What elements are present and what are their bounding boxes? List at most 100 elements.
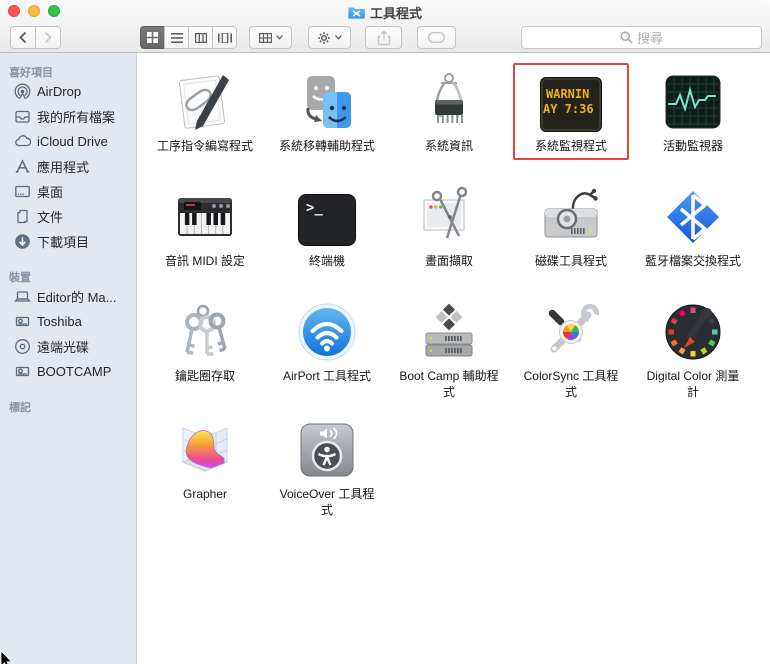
folder-contents: 工序指令編寫程式 系統移轉輔助程式 系統資訊 WARNIN AY 7:36 系統… xyxy=(138,53,770,664)
sidebar-item-downloads[interactable]: 下載項目 xyxy=(0,229,136,254)
app-tile-grapher[interactable]: Grapher xyxy=(147,411,263,508)
app-label: 系統移轉輔助程式 xyxy=(278,139,375,153)
sidebar-item-editors-mac[interactable]: Editor的 Ma... xyxy=(0,284,136,309)
sidebar-item-label: BOOTCAMP xyxy=(37,364,112,379)
sidebar-item-label: Editor的 Ma... xyxy=(37,290,117,305)
script-editor-icon xyxy=(173,70,237,134)
voiceover-utility-icon xyxy=(295,418,359,482)
app-label: ColorSync 工具程式 xyxy=(523,369,619,399)
app-tile-activity-monitor[interactable]: 活動監視器 xyxy=(635,63,751,160)
sidebar-item-applications[interactable]: 應用程式 xyxy=(0,154,136,179)
grapher-icon xyxy=(173,418,237,482)
utilities-folder-icon xyxy=(348,7,365,19)
keychain-access-icon xyxy=(173,300,237,364)
sidebar-item-documents[interactable]: 文件 xyxy=(0,204,136,229)
forward-button[interactable] xyxy=(35,26,61,49)
window-title: 工具程式 xyxy=(369,5,422,21)
laptop-icon xyxy=(13,288,31,306)
app-tile-bluetooth-file-exchange[interactable]: 藍牙檔案交換程式 xyxy=(635,178,751,275)
chevron-down-icon xyxy=(335,35,342,40)
chevron-down-icon xyxy=(275,35,283,40)
app-tile-script-editor[interactable]: 工序指令編寫程式 xyxy=(147,63,263,160)
tag-button[interactable] xyxy=(417,26,456,49)
boot-camp-assistant-icon xyxy=(417,300,481,364)
disk-utility-icon xyxy=(539,185,603,249)
sidebar-item-bootcamp[interactable]: BOOTCAMP xyxy=(0,359,136,384)
nav-buttons xyxy=(10,26,61,49)
bluetooth-file-exchange-icon xyxy=(661,185,725,249)
icon-view-icon xyxy=(147,32,158,43)
back-button[interactable] xyxy=(10,26,36,49)
mouse-cursor xyxy=(0,651,13,664)
external-drive-icon xyxy=(13,363,31,381)
app-tile-colorsync-utility[interactable]: ColorSync 工具程式 xyxy=(513,293,629,406)
finder-window: 工具程式 搜尋 喜好項目 AirDrop 我的所有檔案 iCloud Drive… xyxy=(0,0,770,664)
share-icon xyxy=(377,29,390,45)
sidebar-item-airdrop[interactable]: AirDrop xyxy=(0,79,136,104)
terminal-icon: >_ xyxy=(295,185,359,249)
external-drive-icon xyxy=(13,313,31,331)
sidebar: 喜好項目 AirDrop 我的所有檔案 iCloud Drive 應用程式 桌面… xyxy=(0,53,137,664)
system-information-icon xyxy=(417,70,481,134)
sidebar-item-icloud-drive[interactable]: iCloud Drive xyxy=(0,129,136,154)
downloads-icon xyxy=(13,233,31,251)
colorsync-utility-icon xyxy=(539,300,603,364)
app-tile-airport-utility[interactable]: AirPort 工具程式 xyxy=(269,293,385,390)
share-button[interactable] xyxy=(365,26,402,49)
sidebar-item-label: AirDrop xyxy=(37,84,82,99)
audio-midi-setup-icon xyxy=(173,185,237,249)
arrange-button[interactable] xyxy=(249,26,292,49)
app-label: 系統資訊 xyxy=(424,139,473,153)
sidebar-item-remote-disc[interactable]: 遠端光碟 xyxy=(0,334,136,359)
app-label: Boot Camp 輔助程式 xyxy=(399,369,499,399)
app-label: Digital Color 測量計 xyxy=(646,369,740,399)
sidebar-item-label: 我的所有檔案 xyxy=(37,110,116,125)
sidebar-item-label: iCloud Drive xyxy=(37,134,108,149)
app-label: 鑰匙圈存取 xyxy=(174,369,235,383)
coverflow-view-button[interactable] xyxy=(212,26,237,49)
sidebar-header-favorites: 喜好項目 xyxy=(9,67,53,79)
app-tile-grab[interactable]: 畫面擷取 xyxy=(391,178,507,275)
app-label: VoiceOver 工具程式 xyxy=(279,487,375,517)
toolbar: 搜尋 xyxy=(0,22,770,53)
digital-color-meter-icon xyxy=(661,300,725,364)
app-tile-audio-midi-setup[interactable]: 音訊 MIDI 設定 xyxy=(147,178,263,275)
search-input[interactable]: 搜尋 xyxy=(521,26,762,49)
app-label: 系統監視程式 xyxy=(534,139,607,153)
app-tile-digital-color-meter[interactable]: Digital Color 測量計 xyxy=(635,293,751,406)
app-label: AirPort 工具程式 xyxy=(282,369,371,383)
app-tile-keychain-access[interactable]: 鑰匙圈存取 xyxy=(147,293,263,390)
app-label: 工序指令編寫程式 xyxy=(156,139,253,153)
app-tile-system-information[interactable]: 系統資訊 xyxy=(391,63,507,160)
action-menu-button[interactable] xyxy=(308,26,351,49)
coverflow-view-icon xyxy=(217,32,232,43)
gear-icon xyxy=(318,31,330,44)
app-tile-boot-camp-assistant[interactable]: Boot Camp 輔助程式 xyxy=(391,293,507,406)
desktop-icon xyxy=(13,183,31,201)
app-tile-disk-utility[interactable]: 磁碟工具程式 xyxy=(513,178,629,275)
app-tile-terminal[interactable]: >_ 終端機 xyxy=(269,178,385,275)
sidebar-item-label: 應用程式 xyxy=(37,160,90,175)
app-label: 音訊 MIDI 設定 xyxy=(165,254,245,268)
sidebar-item-label: 下載項目 xyxy=(37,235,90,250)
system-monitor-icon: WARNIN AY 7:36 xyxy=(539,70,603,134)
icon-grid: 工序指令編寫程式 系統移轉輔助程式 系統資訊 WARNIN AY 7:36 系統… xyxy=(144,63,770,529)
sidebar-item-label: 文件 xyxy=(37,210,64,225)
sidebar-item-all-my-files[interactable]: 我的所有檔案 xyxy=(0,104,136,129)
app-tile-migration-assistant[interactable]: 系統移轉輔助程式 xyxy=(269,63,385,160)
activity-monitor-icon xyxy=(661,70,725,134)
icon-view-button[interactable] xyxy=(140,26,165,49)
optical-disc-icon xyxy=(13,338,31,356)
column-view-button[interactable] xyxy=(188,26,213,49)
list-view-button[interactable] xyxy=(164,26,189,49)
airport-utility-icon xyxy=(295,300,359,364)
app-tile-voiceover-utility[interactable]: VoiceOver 工具程式 xyxy=(269,411,385,524)
sidebar-header-tags: 標記 xyxy=(9,402,31,414)
tag-icon xyxy=(428,32,445,43)
sidebar-item-desktop[interactable]: 桌面 xyxy=(0,179,136,204)
grab-icon xyxy=(417,185,481,249)
sidebar-item-toshiba[interactable]: Toshiba xyxy=(0,309,136,334)
sidebar-section-devices: 裝置 Editor的 Ma... Toshiba 遠端光碟 BOOTCAMP xyxy=(0,266,136,384)
sidebar-header-devices: 裝置 xyxy=(9,272,31,284)
app-tile-system-monitor[interactable]: WARNIN AY 7:36 系統監視程式 xyxy=(513,63,629,160)
